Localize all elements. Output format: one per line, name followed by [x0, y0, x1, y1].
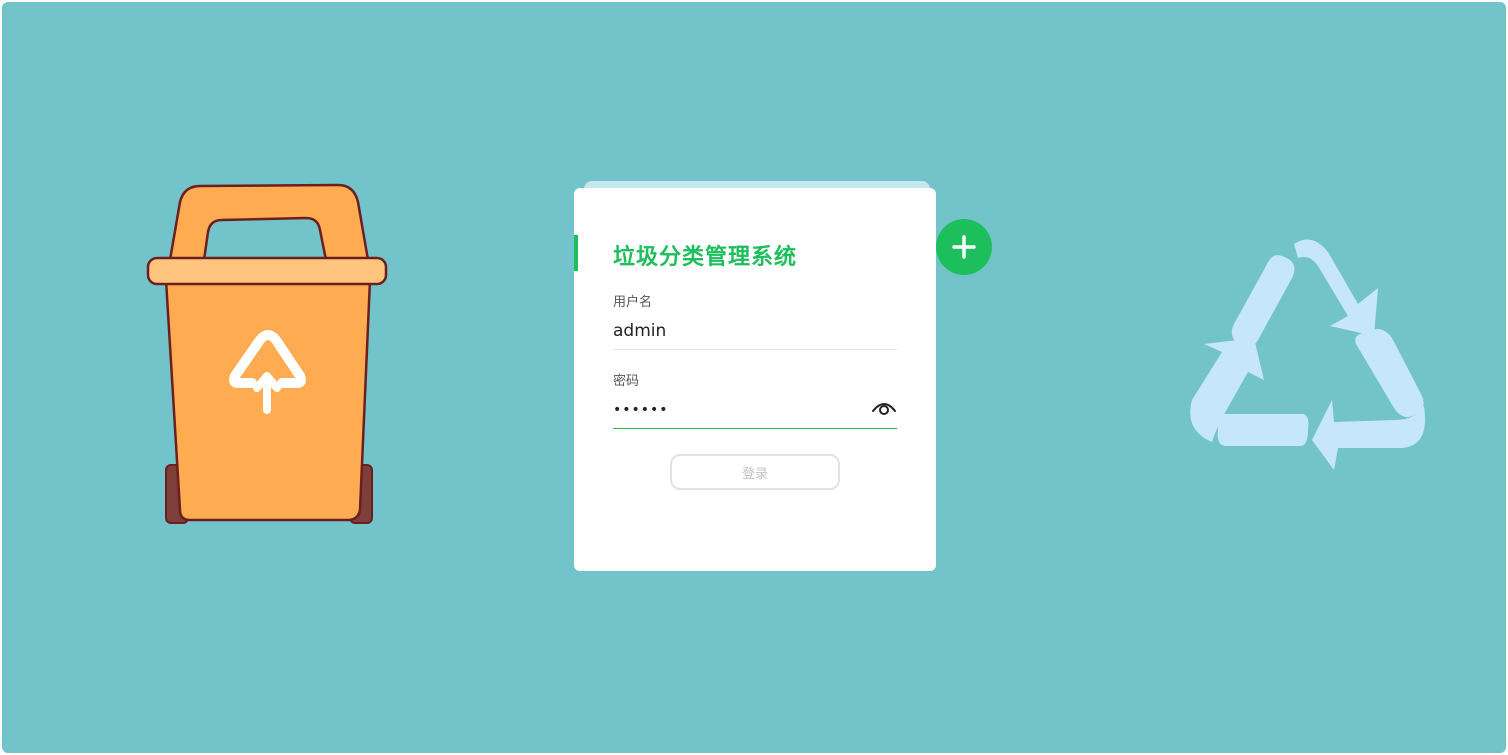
username-label: 用户名: [613, 295, 653, 310]
add-button[interactable]: [936, 219, 992, 275]
username-field: 用户名: [613, 294, 897, 350]
plus-icon: [952, 235, 976, 259]
login-button[interactable]: 登录: [670, 454, 840, 490]
password-field: 密码: [613, 373, 897, 429]
login-card: 垃圾分类管理系统 用户名 密码 登录: [574, 188, 936, 571]
login-page-background: 垃圾分类管理系统 用户名 密码 登录: [2, 2, 1506, 753]
eye-icon[interactable]: [871, 399, 897, 417]
password-input[interactable]: [613, 391, 897, 429]
page-title: 垃圾分类管理系统: [613, 245, 798, 270]
password-label: 密码: [613, 374, 640, 389]
trash-bin-illustration: [146, 183, 388, 524]
username-input[interactable]: [613, 312, 897, 350]
title-accent-bar: [574, 235, 578, 271]
recycle-symbol: [1190, 239, 1426, 470]
